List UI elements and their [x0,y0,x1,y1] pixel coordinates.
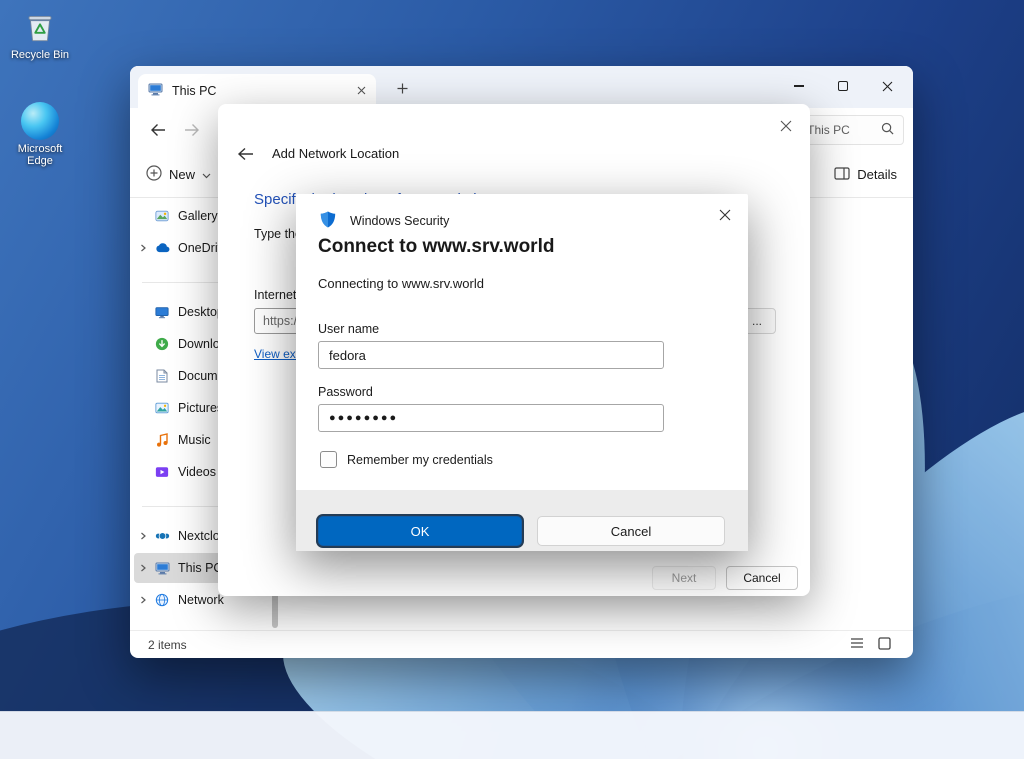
tab-label: This PC [172,84,357,98]
username-label: User name [318,322,379,336]
new-button-label: New [169,167,195,182]
sidebar-item-label: This PC [178,561,222,575]
password-label: Password [318,385,373,399]
chevron-right-icon[interactable] [134,596,152,604]
computer-icon [148,83,163,99]
new-tab-button[interactable] [390,77,414,99]
tab-close-icon[interactable] [357,84,366,98]
windows-security-dialog: Windows Security Connect to www.srv.worl… [296,194,748,551]
ok-button[interactable]: OK [318,516,522,546]
sidebar-item-label: Pictures [178,401,223,415]
items-count: 2 items [148,638,187,652]
cancel-button[interactable]: Cancel [726,566,798,590]
music-icon [152,433,172,447]
chevron-right-icon[interactable] [134,244,152,252]
pictures-icon [152,402,172,414]
back-button[interactable] [144,118,172,142]
search-icon [881,122,894,138]
desktop-icon-recycle-bin[interactable]: Recycle Bin [4,8,76,61]
dialog-app-name: Windows Security [350,214,449,228]
desktop-icon [152,306,172,319]
forward-button[interactable] [178,118,206,142]
status-bar: 2 items [130,630,913,658]
network-icon [152,593,172,607]
security-shield-icon [320,211,336,233]
maximize-button[interactable] [821,66,865,106]
chevron-right-icon[interactable] [134,564,152,572]
gallery-icon [152,209,172,223]
back-arrow-icon[interactable] [232,142,258,166]
details-view-icon[interactable] [850,637,864,653]
remember-credentials-label: Remember my credentials [347,453,493,467]
password-input[interactable] [318,404,664,432]
desktop-icon-microsoft-edge[interactable]: Microsoft Edge [4,102,76,167]
desktop: Recycle Bin Microsoft Edge This PC [0,0,1024,759]
details-pane-label: Details [857,167,897,182]
desktop-icon-label: Microsoft Edge [4,143,76,167]
sidebar-item-label: Desktop [178,305,224,319]
next-button[interactable]: Next [652,566,716,590]
close-icon[interactable] [714,204,736,226]
downloads-icon [152,337,172,351]
desktop-icon-label: Recycle Bin [4,49,76,61]
sidebar-item-label: Gallery [178,209,218,223]
plus-circle-icon [146,165,162,184]
edge-icon [4,102,76,140]
sidebar-item-label: Music [178,433,211,447]
details-pane-toggle[interactable]: Details [834,167,897,183]
new-button[interactable]: New [146,165,211,184]
videos-icon [152,466,172,478]
recycle-bin-icon [4,8,76,46]
chevron-down-icon [202,167,211,182]
credential-dialog-title: Connect to www.srv.world [318,236,554,258]
tab-strip: This PC [130,66,913,108]
chevron-right-icon[interactable] [134,532,152,540]
this-pc-icon [152,562,172,575]
dialog-title: Add Network Location [272,146,399,161]
large-icons-view-icon[interactable] [878,637,891,653]
details-pane-icon [834,167,850,183]
tab-this-pc[interactable]: This PC [138,74,376,108]
documents-icon [152,369,172,383]
sidebar-item-label: Videos [178,465,216,479]
close-icon[interactable] [776,116,796,136]
remember-credentials-checkbox[interactable] [320,451,337,468]
close-button[interactable] [865,66,909,106]
username-input[interactable] [318,341,664,369]
onedrive-icon [152,243,172,253]
window-controls [777,66,909,106]
credential-dialog-subtitle: Connecting to www.srv.world [318,276,484,291]
sidebar-item-label: Network [178,593,224,607]
minimize-button[interactable] [777,66,821,106]
nextcloud-icon [152,531,172,541]
cancel-button[interactable]: Cancel [537,516,725,546]
taskbar: 1 T [0,711,1024,759]
